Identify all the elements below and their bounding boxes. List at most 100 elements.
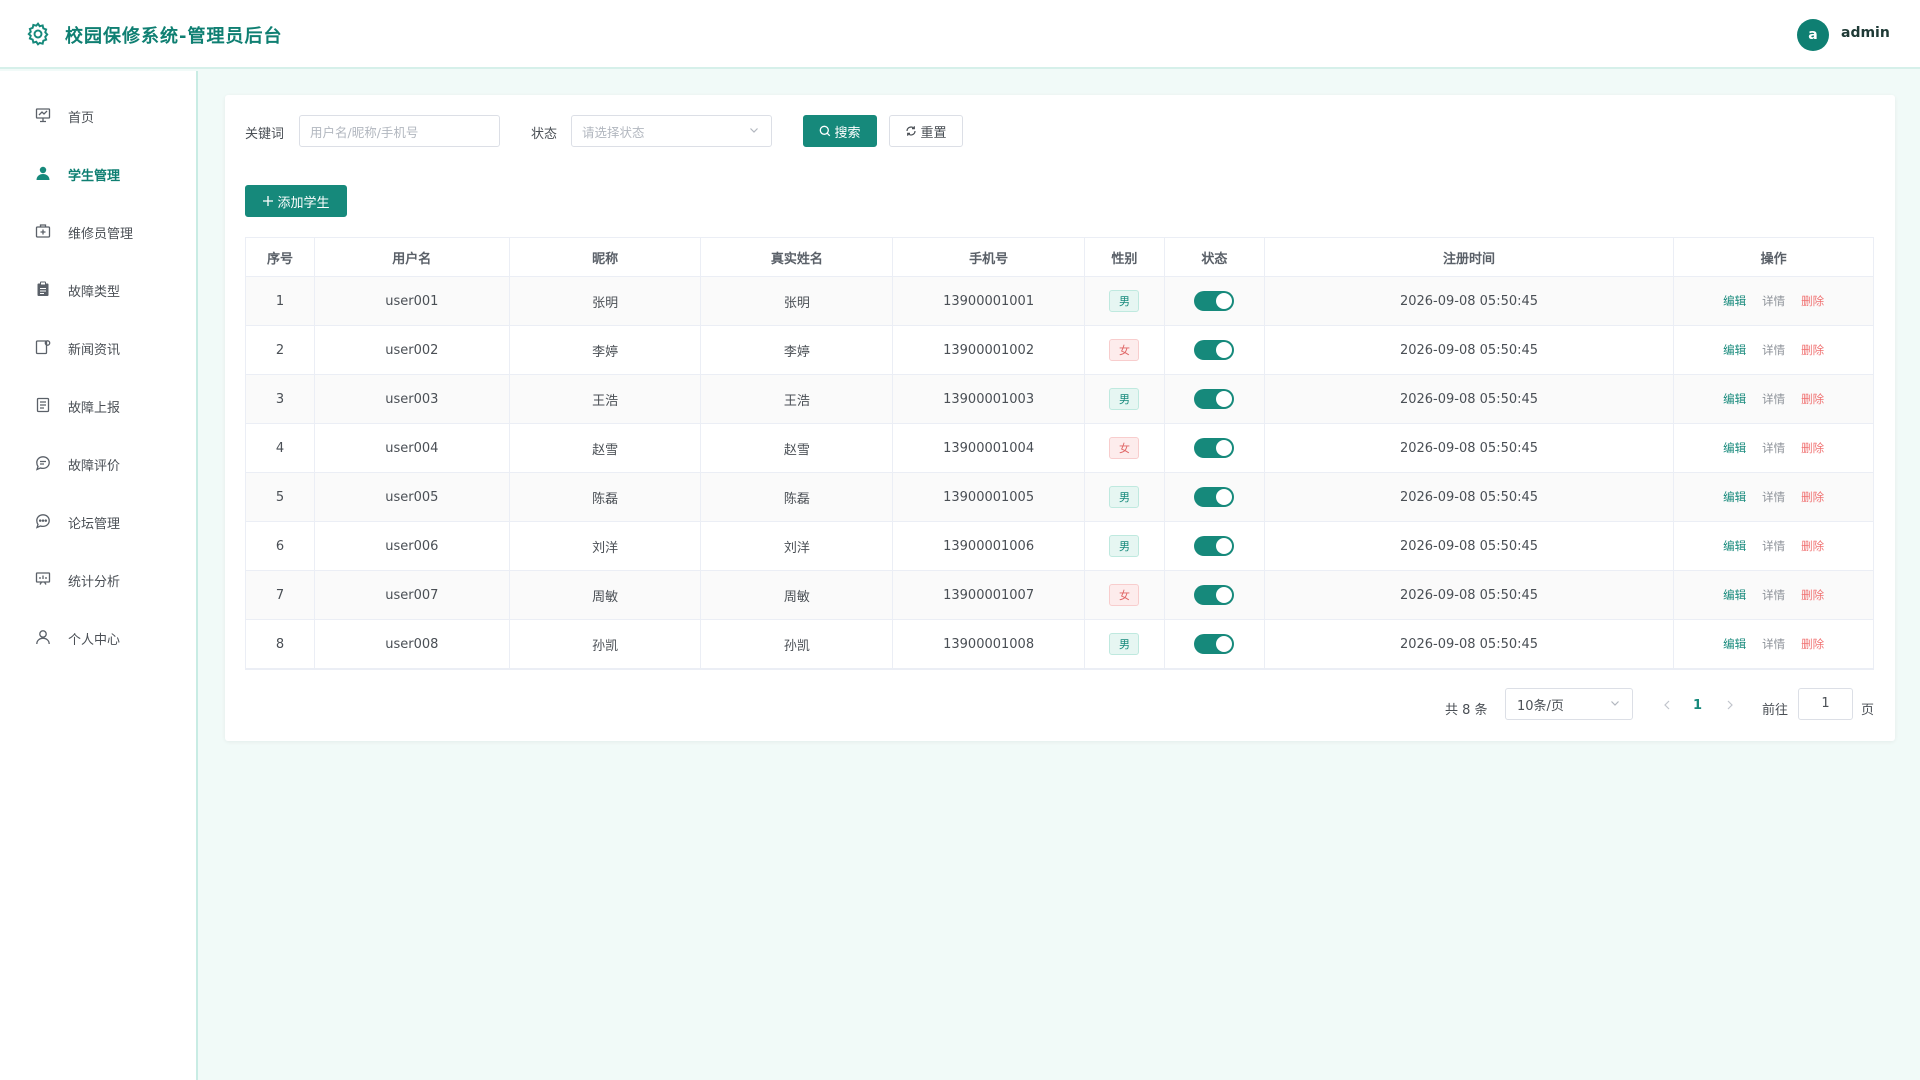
status-toggle[interactable] (1194, 438, 1235, 458)
goto-page-input[interactable]: 1 (1798, 688, 1853, 720)
edit-button[interactable]: 编辑 (1723, 587, 1746, 603)
sidebar-item-label: 故障评价 (68, 459, 121, 474)
sidebar-item-repairers[interactable]: 维修员管理 (0, 211, 196, 251)
detail-button[interactable]: 详情 (1762, 636, 1785, 652)
cell-index: 7 (246, 571, 315, 619)
add-student-label: 添加学生 (277, 195, 330, 211)
delete-button[interactable]: 删除 (1801, 636, 1824, 652)
detail-button[interactable]: 详情 (1762, 587, 1785, 603)
toggle-knob (1216, 391, 1233, 407)
detail-button[interactable]: 详情 (1762, 293, 1785, 309)
cell-actions: 编辑 详情 删除 (1674, 277, 1873, 325)
chevron-right-icon[interactable] (1724, 698, 1736, 712)
cell-phone: 13900001004 (893, 424, 1085, 472)
reset-button[interactable]: 重置 (889, 115, 963, 147)
cell-registered: 2026-09-08 05:50:45 (1265, 277, 1675, 325)
table-row: 4 user004 赵雪 赵雪 13900001004 女 2026-09-08 05:50… (246, 424, 1873, 473)
column-header: 操作 (1760, 251, 1787, 267)
edit-button[interactable]: 编辑 (1723, 489, 1746, 505)
detail-button[interactable]: 详情 (1762, 342, 1785, 358)
status-toggle[interactable] (1194, 536, 1235, 556)
sidebar-item-home[interactable]: 首页 (0, 95, 196, 135)
add-student-button[interactable]: 添加学生 (245, 185, 347, 217)
edit-button[interactable]: 编辑 (1723, 636, 1746, 652)
toggle-knob (1216, 440, 1233, 456)
sidebar-item-fault-types[interactable]: 故障类型 (0, 269, 196, 309)
page-number-current[interactable]: 1 (1693, 698, 1702, 713)
cell-realname: 刘洋 (701, 522, 894, 570)
chevron-left-icon[interactable] (1661, 698, 1673, 712)
user-icon (36, 630, 50, 645)
table-header: 序号 用户名 昵称 真实姓名 手机号 性别 状态 注册时间 操作 (246, 238, 1873, 277)
status-select[interactable]: 请选择状态 (571, 115, 772, 147)
cell-registered: 2026-09-08 05:50:45 (1265, 375, 1675, 423)
edit-button[interactable]: 编辑 (1723, 391, 1746, 407)
delete-button[interactable]: 删除 (1801, 391, 1824, 407)
sidebar-item-label: 学生管理 (68, 169, 121, 184)
cell-index: 5 (246, 473, 315, 521)
cell-realname: 李婷 (701, 326, 894, 374)
delete-button[interactable]: 删除 (1801, 342, 1824, 358)
cell-actions: 编辑 详情 删除 (1674, 375, 1873, 423)
sidebar-item-label: 新闻资讯 (68, 343, 121, 358)
sidebar-item-fault-report[interactable]: 故障上报 (0, 385, 196, 425)
table-row: 8 user008 孙凯 孙凯 13900001008 男 2026-09-08 05:50… (246, 620, 1873, 669)
sidebar-item-news[interactable]: 新闻资讯 (0, 327, 196, 367)
search-button[interactable]: 搜索 (803, 115, 877, 147)
toggle-knob (1216, 636, 1233, 652)
status-toggle[interactable] (1194, 487, 1235, 507)
cell-nickname: 王浩 (510, 375, 702, 423)
detail-button[interactable]: 详情 (1762, 391, 1785, 407)
cell-username: user004 (315, 424, 510, 472)
sidebar-item-forum[interactable]: 论坛管理 (0, 501, 196, 541)
cell-nickname: 陈磊 (510, 473, 702, 521)
toggle-knob (1216, 538, 1233, 554)
cell-registered: 2026-09-08 05:50:45 (1265, 620, 1675, 668)
detail-button[interactable]: 详情 (1762, 440, 1785, 456)
chevron-down-icon (1611, 701, 1619, 706)
refresh-icon (906, 126, 917, 136)
edit-button[interactable]: 编辑 (1723, 440, 1746, 456)
sidebar-item-label: 统计分析 (68, 575, 121, 590)
edit-button[interactable]: 编辑 (1723, 538, 1746, 554)
delete-button[interactable]: 删除 (1801, 440, 1824, 456)
delete-button[interactable]: 删除 (1801, 538, 1824, 554)
cell-index: 8 (246, 620, 315, 668)
delete-button[interactable]: 删除 (1801, 489, 1824, 505)
status-toggle[interactable] (1194, 291, 1235, 311)
keyword-input[interactable]: 用户名/昵称/手机号 (299, 115, 500, 147)
sidebar-item-profile[interactable]: 个人中心 (0, 617, 196, 657)
cell-index: 6 (246, 522, 315, 570)
sidebar-item-statistics[interactable]: 统计分析 (0, 559, 196, 599)
delete-button[interactable]: 删除 (1801, 293, 1824, 309)
pagination-total: 共 8 条 (1445, 703, 1488, 718)
gender-tag: 男 (1109, 388, 1140, 410)
edit-button[interactable]: 编辑 (1723, 342, 1746, 358)
status-toggle[interactable] (1194, 585, 1235, 605)
delete-button[interactable]: 删除 (1801, 587, 1824, 603)
cell-index: 2 (246, 326, 315, 374)
cell-username: user003 (315, 375, 510, 423)
detail-button[interactable]: 详情 (1762, 538, 1785, 554)
sidebar-item-fault-evaluation[interactable]: 故障评价 (0, 443, 196, 483)
avatar[interactable]: a (1797, 19, 1829, 51)
detail-button[interactable]: 详情 (1762, 489, 1785, 505)
cell-registered: 2026-09-08 05:50:45 (1265, 571, 1675, 619)
user-name[interactable]: admin (1841, 25, 1890, 41)
column-header: 序号 (246, 238, 315, 276)
user-filled-icon (36, 166, 50, 180)
status-toggle[interactable] (1194, 634, 1235, 654)
sidebar-item-students[interactable]: 学生管理 (0, 153, 196, 193)
edit-button[interactable]: 编辑 (1723, 293, 1746, 309)
cell-nickname: 刘洋 (510, 522, 702, 570)
status-toggle[interactable] (1194, 389, 1235, 409)
cell-gender: 女 (1085, 571, 1165, 619)
cell-realname: 孙凯 (701, 620, 894, 668)
column-header: 用户名 (315, 238, 510, 276)
cell-phone: 13900001003 (893, 375, 1085, 423)
status-toggle[interactable] (1194, 340, 1235, 360)
page-size-select[interactable]: 10条/页 (1505, 688, 1633, 720)
cell-realname: 陈磊 (701, 473, 894, 521)
cell-status (1165, 473, 1265, 521)
toggle-knob (1216, 293, 1233, 309)
